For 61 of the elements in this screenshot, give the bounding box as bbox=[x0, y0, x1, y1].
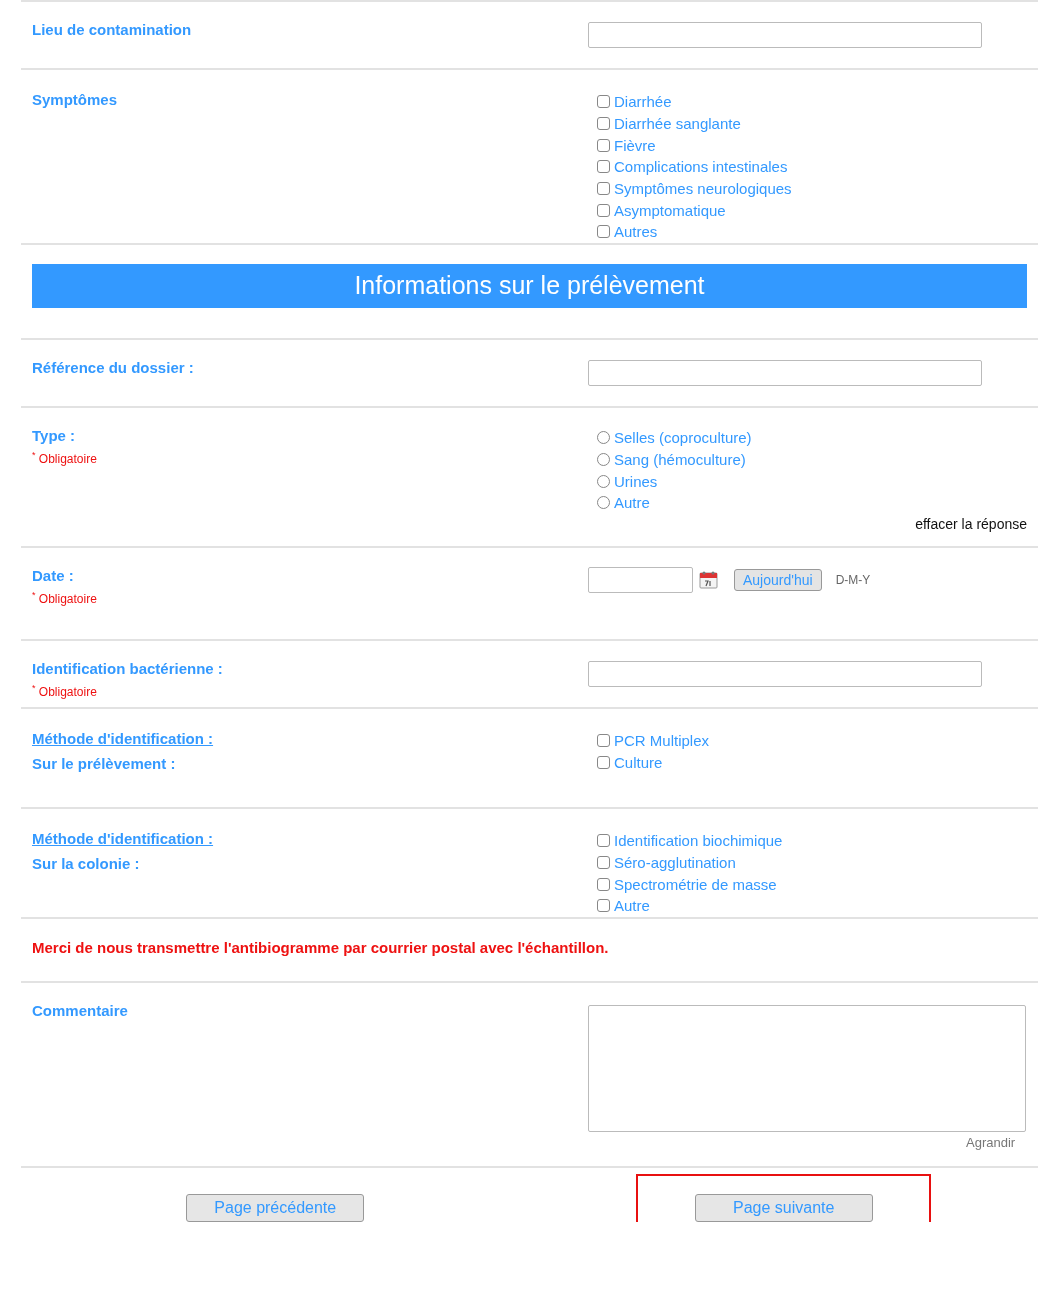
field-label: Référence du dossier : bbox=[32, 358, 194, 376]
checkbox[interactable] bbox=[597, 138, 610, 152]
field-label: Symptômes bbox=[32, 91, 118, 108]
checkbox-option[interactable]: Fièvre bbox=[597, 134, 1038, 157]
required-note: $^{*}$ Obligatoire bbox=[32, 682, 97, 699]
radio-option[interactable]: Urines bbox=[597, 470, 1038, 492]
checkbox[interactable] bbox=[597, 225, 610, 239]
checkbox[interactable] bbox=[597, 834, 610, 848]
checkbox[interactable] bbox=[597, 855, 610, 869]
checkbox-option[interactable]: Diarrhée sanglante bbox=[597, 112, 1038, 135]
checkbox[interactable] bbox=[597, 160, 610, 174]
checkbox-option[interactable]: Culture bbox=[597, 751, 1038, 774]
required-note: $^{*}$ Obligatoire bbox=[32, 589, 97, 606]
text-field[interactable] bbox=[588, 359, 982, 386]
calendar-icon[interactable] bbox=[699, 570, 718, 590]
checkbox-option[interactable]: Spectrométrie de masse bbox=[597, 873, 1038, 895]
field-label: Sur le prélèvement : bbox=[32, 754, 176, 772]
section-header: Informations sur le prélèvement bbox=[32, 263, 1027, 308]
checkbox[interactable] bbox=[597, 182, 610, 196]
checkbox-option[interactable]: Symptômes neurologiques bbox=[597, 177, 1038, 200]
field-label: Date : bbox=[32, 566, 74, 584]
field-label: Commentaire bbox=[32, 1001, 128, 1019]
checkbox[interactable] bbox=[597, 117, 610, 131]
field-label: Type : bbox=[32, 426, 76, 444]
checkbox-option[interactable]: Identification biochimique bbox=[597, 829, 1038, 852]
checkbox-option[interactable]: Asymptomatique bbox=[597, 199, 1038, 222]
clear-answer-link[interactable]: effacer la réponse bbox=[915, 515, 1027, 532]
checkbox-option[interactable]: Autre bbox=[597, 894, 1038, 917]
checkbox[interactable] bbox=[597, 95, 610, 109]
checkbox[interactable] bbox=[597, 877, 610, 891]
field-label: Sur la colonie : bbox=[32, 854, 140, 872]
checkbox[interactable] bbox=[597, 755, 610, 769]
today-button[interactable]: Aujourd'hui bbox=[734, 568, 822, 591]
checkbox-option[interactable]: Complications intestinales bbox=[597, 156, 1038, 178]
radio-button[interactable] bbox=[597, 431, 610, 445]
field-label: Lieu de contamination bbox=[32, 21, 192, 38]
method-link[interactable]: Méthode d'identification : bbox=[32, 729, 214, 747]
text-field[interactable] bbox=[588, 22, 982, 48]
required-note: $^{*}$ Obligatoire bbox=[32, 449, 97, 466]
checkbox[interactable] bbox=[597, 203, 610, 217]
field-label: Identification bactérienne : bbox=[32, 659, 223, 677]
notice-text: Merci de nous transmettre l'antibiogramme par courrier postal avec l'échantillon. bbox=[32, 938, 609, 958]
method-link[interactable]: Méthode d'identification : bbox=[32, 829, 214, 847]
radio-button[interactable] bbox=[597, 474, 610, 488]
previous-page-button[interactable]: Page précédente bbox=[186, 1193, 365, 1222]
date-format-hint: D-M-Y bbox=[835, 572, 871, 587]
checkbox-option[interactable]: Diarrhée bbox=[597, 91, 1038, 113]
radio-button[interactable] bbox=[597, 496, 610, 510]
radio-option[interactable]: Autre bbox=[597, 491, 1038, 514]
radio-option[interactable]: Sang (hémoculture) bbox=[597, 448, 1038, 471]
checkbox-option[interactable]: PCR Multiplex bbox=[597, 729, 1038, 752]
radio-button[interactable] bbox=[597, 452, 610, 466]
text-field[interactable] bbox=[588, 660, 982, 687]
date-field[interactable] bbox=[588, 566, 693, 593]
checkbox[interactable] bbox=[597, 899, 610, 913]
radio-option[interactable]: Selles (coproculture) bbox=[597, 426, 1038, 449]
enlarge-link[interactable]: Agrandir bbox=[966, 1134, 1016, 1150]
checkbox-option[interactable]: Autres bbox=[597, 221, 1038, 243]
next-page-button[interactable]: Page suivante bbox=[694, 1193, 873, 1222]
checkbox[interactable] bbox=[597, 734, 610, 748]
checkbox-option[interactable]: Séro-agglutination bbox=[597, 851, 1038, 874]
